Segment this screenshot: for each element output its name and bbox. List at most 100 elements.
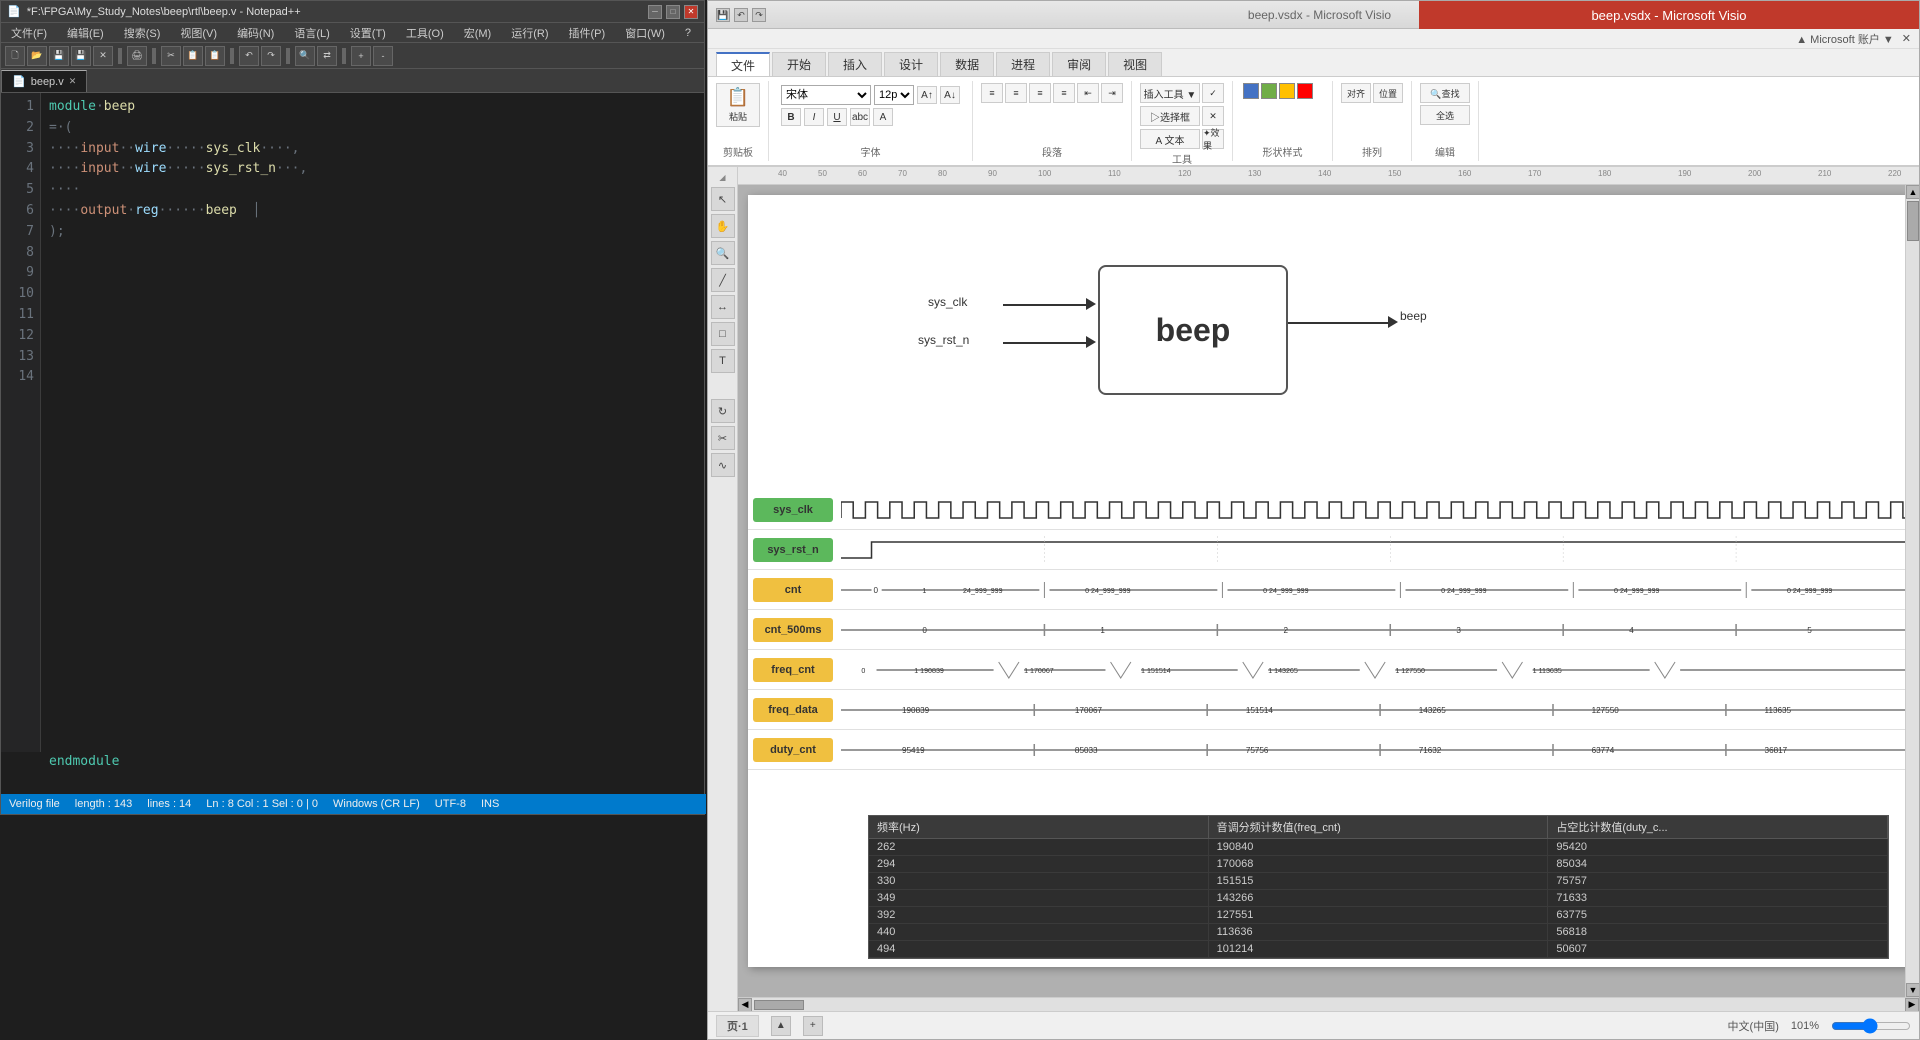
replace-button[interactable]: ⇄ [317,46,337,66]
tab-insert[interactable]: 插入 [828,52,882,76]
bold-button[interactable]: B [781,108,801,126]
close-button[interactable]: ✕ [684,5,698,19]
minimize-button[interactable]: ─ [648,5,662,19]
notepad-code-area[interactable]: 1234 5678 9101112 1314 module·beep =·( ·… [1,93,704,814]
menu-view[interactable]: 视图(V) [174,23,223,43]
italic-button[interactable]: I [804,108,824,126]
account-close[interactable]: ✕ [1902,32,1911,45]
menu-window[interactable]: 窗口(W) [619,23,671,43]
fontcolor-button[interactable]: A [873,108,893,126]
shape-tool[interactable]: □ [711,322,735,346]
scrollbar-down-btn[interactable]: ▼ [1906,983,1919,997]
copy-button[interactable]: 📋 [183,46,203,66]
align-left-button[interactable]: ≡ [981,83,1003,103]
new-button[interactable]: 🗋 [5,46,25,66]
zoom-in-button[interactable]: + [351,46,371,66]
text-button[interactable]: A 文本 [1140,129,1200,149]
select-close[interactable]: ✕ [1202,106,1224,126]
close-button-tb[interactable]: ✕ [93,46,113,66]
cut-button[interactable]: ✂ [161,46,181,66]
tab-data[interactable]: 数据 [940,52,994,76]
paste-button[interactable]: 📋 [205,46,225,66]
redo-button[interactable]: ↷ [261,46,281,66]
align-right-button[interactable]: ≡ [1029,83,1051,103]
effects-button[interactable]: ✦效果 [1202,129,1224,149]
insert-tool-expand[interactable]: ✓ [1202,83,1224,103]
draw-line-tool[interactable]: ╱ [711,268,735,292]
redo-quick-button[interactable]: ↷ [752,8,766,22]
scrollbar-thumb[interactable] [1907,201,1919,241]
maximize-button[interactable]: □ [666,5,680,19]
justify-button[interactable]: ≡ [1053,83,1075,103]
undo-button[interactable]: ↶ [239,46,259,66]
scroll-right-btn[interactable]: ▶ [1905,998,1919,1012]
wave-tool[interactable]: ∿ [711,453,735,477]
pointer-tool[interactable]: ↖ [711,187,735,211]
strikethrough-button[interactable]: abc [850,108,870,126]
indent-more-button[interactable]: ⇥ [1101,83,1123,103]
style-swatch-3[interactable] [1279,83,1295,99]
undo-quick-button[interactable]: ↶ [734,8,748,22]
code-editor[interactable]: module·beep =·( ····input··wire·····sys_… [41,93,704,814]
rotate-tool[interactable]: ↻ [711,399,735,423]
scroll-left-btn[interactable]: ◀ [738,998,752,1012]
scrollbar-h[interactable]: ◀ ▶ [738,997,1919,1011]
insert-tool-button[interactable]: 插入工具 ▼ [1140,83,1200,103]
active-tab[interactable]: 📄 beep.v ✕ [1,70,87,92]
menu-encoding[interactable]: 编码(N) [231,23,280,43]
menu-help[interactable]: ? [679,25,697,41]
menu-edit[interactable]: 编辑(E) [61,23,110,43]
underline-button[interactable]: U [827,108,847,126]
font-shrink-button[interactable]: A↓ [940,86,960,104]
style-swatch-1[interactable] [1243,83,1259,99]
style-swatch-4[interactable] [1297,83,1313,99]
findreplace-button[interactable]: 🔍查找 [1420,83,1470,103]
tab-close[interactable]: ✕ [69,76,77,87]
menu-tools[interactable]: 工具(O) [400,23,450,43]
zoom-slider[interactable] [1831,1018,1911,1034]
print-button[interactable]: 🖨 [127,46,147,66]
menu-run[interactable]: 运行(R) [505,23,554,43]
tab-home[interactable]: 开始 [772,52,826,76]
tab-review[interactable]: 审阅 [1052,52,1106,76]
page-nav-up[interactable]: ▲ [771,1016,791,1036]
find-button[interactable]: 🔍 [295,46,315,66]
style-swatch-2[interactable] [1261,83,1277,99]
zoom-tool[interactable]: 🔍 [711,241,735,265]
indent-less-button[interactable]: ⇤ [1077,83,1099,103]
menu-macro[interactable]: 宏(M) [458,23,498,43]
align-center-button[interactable]: ≡ [1005,83,1027,103]
tab-view[interactable]: 视图 [1108,52,1162,76]
open-button[interactable]: 📂 [27,46,47,66]
tab-design[interactable]: 设计 [884,52,938,76]
align-button[interactable]: 对齐 [1341,83,1371,103]
tab-file[interactable]: 文件 [716,52,770,76]
menu-language[interactable]: 语言(L) [288,23,335,43]
tab-process[interactable]: 进程 [996,52,1050,76]
text-tool-v[interactable]: T [711,349,735,373]
menu-settings[interactable]: 设置(T) [344,23,392,43]
page-tab-1[interactable]: 页·1 [716,1015,759,1037]
position-button[interactable]: 位置 [1373,83,1403,103]
save-all-button[interactable]: 💾 [71,46,91,66]
pan-tool[interactable]: ✋ [711,214,735,238]
scrollbar-v[interactable]: ▲ ▼ [1905,185,1919,997]
save-quick-button[interactable]: 💾 [716,8,730,22]
menu-plugins[interactable]: 插件(P) [563,23,612,43]
scrollbar-h-thumb[interactable] [754,1000,804,1010]
select-link-button[interactable]: ▷选择框 [1140,106,1200,126]
add-page-button[interactable]: + [803,1016,823,1036]
save-button[interactable]: 💾 [49,46,69,66]
font-select[interactable]: 宋体 [781,85,871,105]
scrollbar-up-btn[interactable]: ▲ [1906,185,1919,199]
paste-button[interactable]: 📋 粘贴 [716,83,760,127]
menu-search[interactable]: 搜索(S) [118,23,167,43]
font-size-select[interactable]: 12pt [874,85,914,105]
select-all-button[interactable]: 全选 [1420,105,1470,125]
font-grow-button[interactable]: A↑ [917,86,937,104]
zoom-out-button[interactable]: - [373,46,393,66]
connector-tool[interactable]: ↔ [711,295,735,319]
visio-main-canvas[interactable]: sys_clk sys_rst_n beep [738,185,1919,997]
menu-file[interactable]: 文件(F) [5,23,53,43]
crop-tool[interactable]: ✂ [711,426,735,450]
